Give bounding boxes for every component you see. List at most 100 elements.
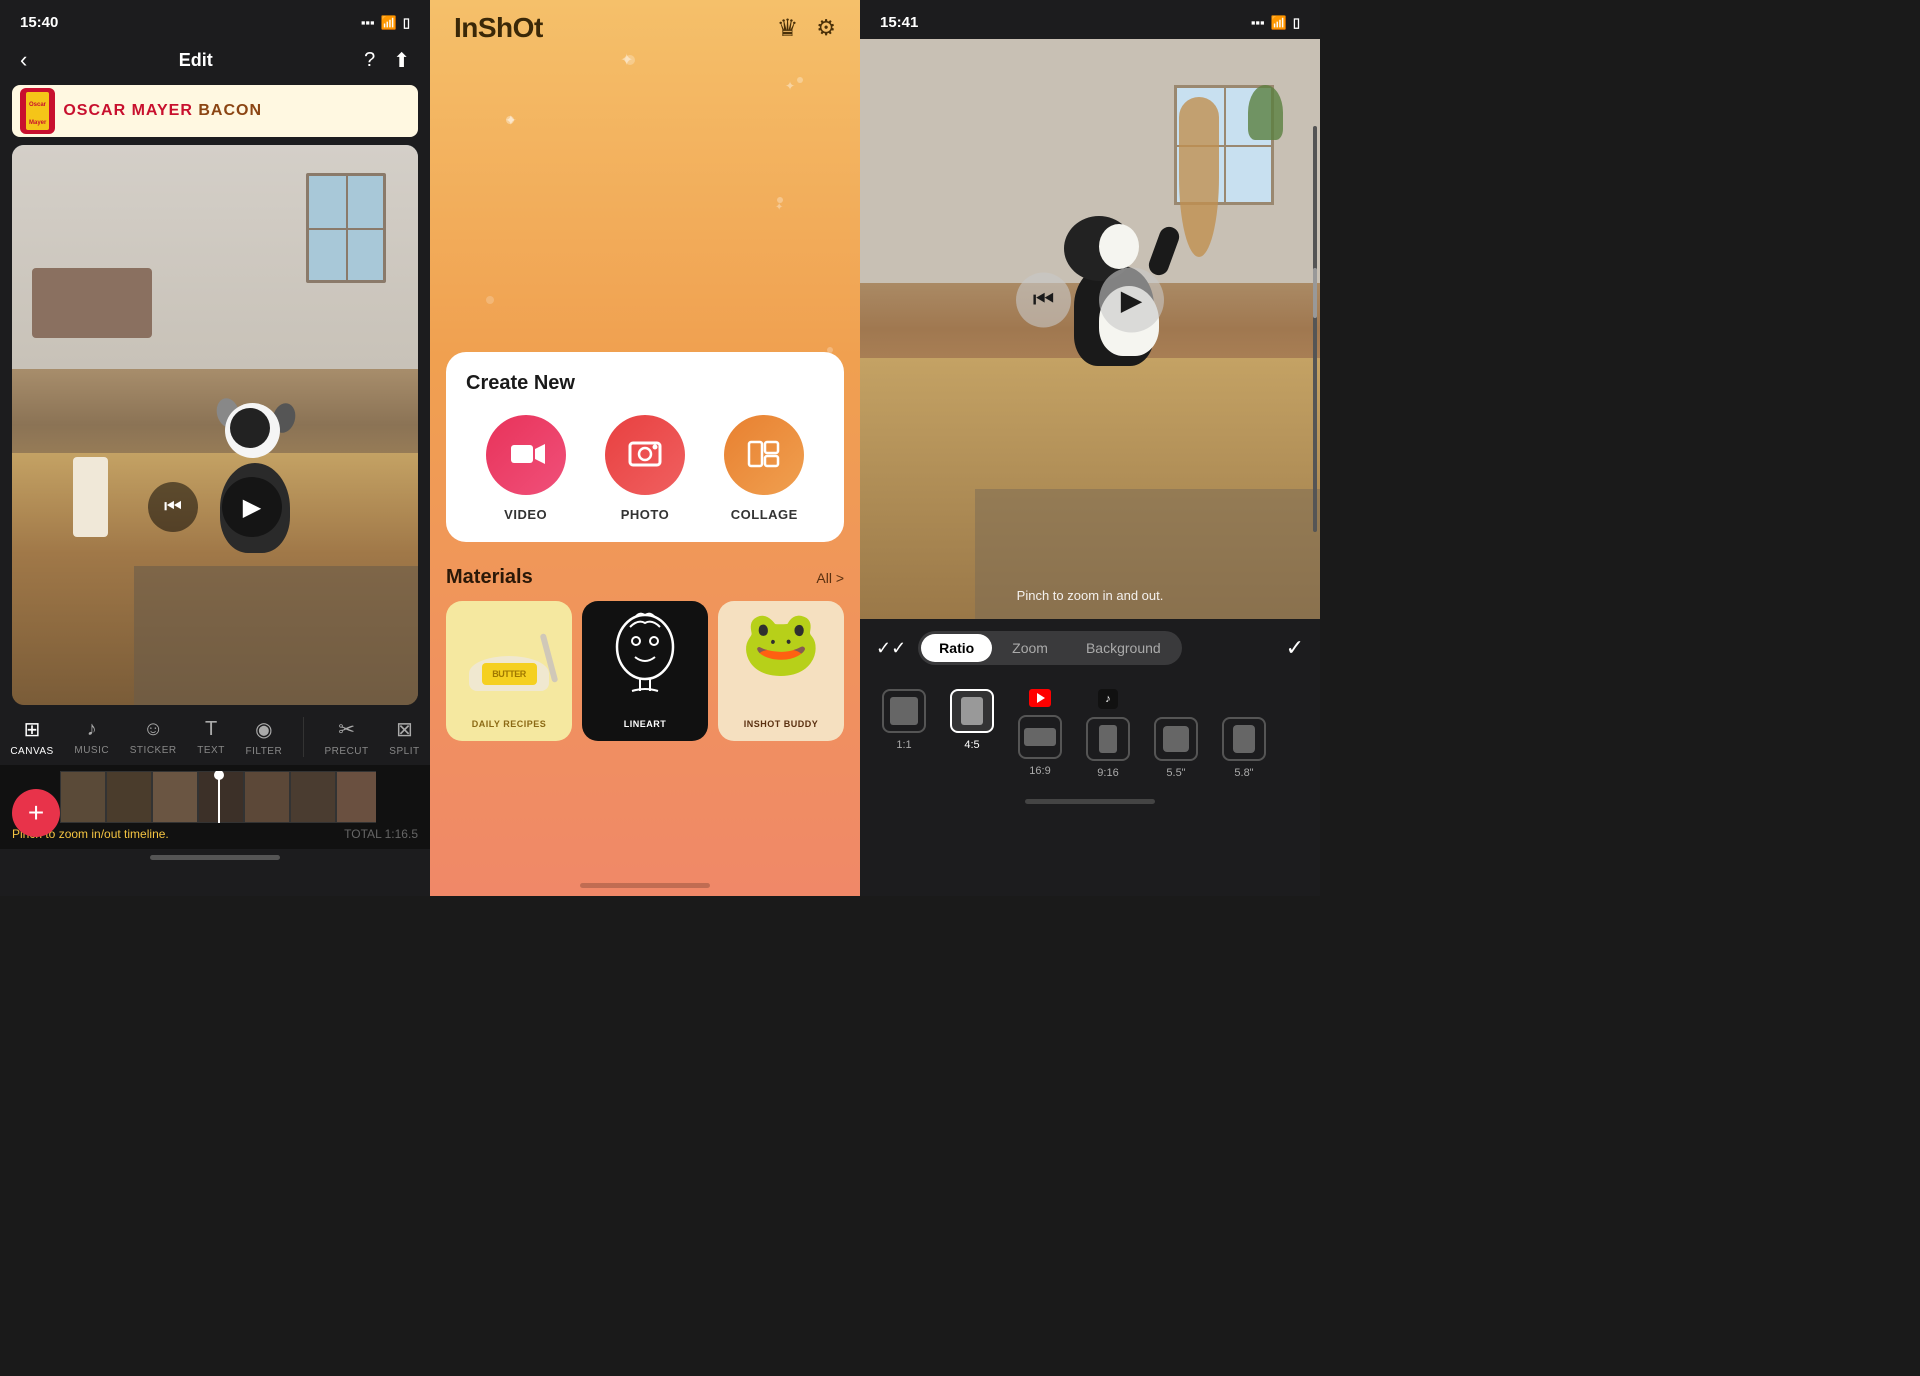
time-edit: 15:40	[20, 14, 58, 31]
ad-banner[interactable]: OscarMayer OSCAR MAYER BACON	[12, 85, 418, 137]
oscar-logo: OscarMayer	[20, 88, 55, 134]
photo-label: PHOTO	[621, 507, 670, 522]
scrollbar-thumb	[1313, 268, 1317, 318]
collage-label: COLLAGE	[731, 507, 798, 522]
sticker-label: STICKER	[130, 745, 177, 756]
toolbar-canvas[interactable]: ⊞ CANVAS	[10, 717, 53, 757]
nav-actions: ? ⬆	[364, 48, 410, 73]
toolbar-sticker[interactable]: ☺ STICKER	[130, 718, 177, 756]
video-bg	[12, 145, 418, 705]
material-card-daily[interactable]: BUTTER DAILY RECIPES	[446, 601, 572, 741]
materials-cards: BUTTER DAILY RECIPES	[446, 601, 844, 741]
video-button[interactable]: VIDEO	[486, 415, 566, 522]
toolbar-divider	[303, 717, 304, 757]
ratio-option-11[interactable]: 1:1	[876, 689, 932, 779]
pinch-hint: Pinch to zoom in and out.	[1017, 588, 1164, 603]
timeline-thumb	[106, 771, 152, 823]
ratio-label-45: 4:5	[964, 739, 979, 751]
ratio-option-169[interactable]: 16:9	[1012, 689, 1068, 779]
text-icon: T	[205, 718, 217, 741]
material-card-inshot[interactable]: 🐸 INSHOT BUDDY	[718, 601, 844, 741]
edit-panel: 15:40 ▪▪▪ 📶 ▯ ‹ Edit ? ⬆ OscarMayer OSCA…	[0, 0, 430, 896]
bottom-spacer	[430, 741, 860, 883]
toolbar-text[interactable]: T TEXT	[197, 718, 225, 756]
filter-icon: ◉	[255, 717, 272, 742]
play-button[interactable]: ▶	[222, 477, 282, 537]
furniture	[32, 268, 152, 338]
timeline-thumb	[152, 771, 198, 823]
toolbar-split[interactable]: ⊠ SPLIT	[389, 717, 419, 757]
inshot-buddy-label: INSHOT BUDDY	[744, 719, 819, 729]
video-icon-circle	[486, 415, 566, 495]
ratio-rewind-button[interactable]: ⏮	[1016, 273, 1071, 328]
ratio-video-preview[interactable]: ⏮ ▶ Pinch to zoom in and out.	[860, 39, 1320, 619]
timeline-area[interactable]: + Pinch to zoom in/out timeline. TOTAL 1…	[0, 765, 430, 849]
canvas-icon: ⊞	[24, 717, 41, 742]
ad-text: OSCAR MAYER BACON	[63, 102, 410, 120]
gradient-spacer	[430, 60, 860, 344]
ratio-label-58: 5.8"	[1234, 767, 1253, 779]
video-preview[interactable]: ⏮ ▶	[12, 145, 418, 705]
home-indicator-2	[580, 883, 710, 888]
window	[306, 173, 386, 283]
timeline-strip[interactable]	[60, 771, 376, 823]
share-button[interactable]: ⬆	[393, 48, 410, 73]
home-panel: ✦ ✦ ✦ ✦ InShOt ♛ ⚙ Create New VIDEO	[430, 0, 860, 896]
ratio-label-11: 1:1	[896, 739, 911, 751]
tab-zoom[interactable]: Zoom	[994, 634, 1066, 662]
toolbar-precut[interactable]: ✂ PRECUT	[325, 717, 369, 757]
add-media-button[interactable]: +	[12, 789, 60, 837]
photo-button[interactable]: PHOTO	[605, 415, 685, 522]
ratio-options-row: 1:1 4:5 16:9 ♪	[860, 677, 1320, 791]
split-label: SPLIT	[389, 746, 419, 757]
materials-title: Materials	[446, 566, 533, 589]
tab-background[interactable]: Background	[1068, 634, 1179, 662]
materials-all-button[interactable]: All >	[816, 570, 844, 586]
photo-icon-circle	[605, 415, 685, 495]
ratio-option-916[interactable]: ♪ 9:16	[1080, 689, 1136, 779]
ratio-option-55[interactable]: 5.5"	[1148, 689, 1204, 779]
collage-button[interactable]: COLLAGE	[724, 415, 804, 522]
plant	[1248, 85, 1283, 140]
toolbar-filter[interactable]: ◉ FILTER	[245, 717, 282, 757]
help-button[interactable]: ?	[364, 49, 375, 72]
wifi-icon-ratio: 📶	[1271, 15, 1287, 31]
create-buttons: VIDEO PHOTO	[466, 415, 824, 522]
timeline-thumb	[60, 771, 106, 823]
toolbar-music[interactable]: ♪ MUSIC	[74, 718, 109, 756]
signal-icon-ratio: ▪▪▪	[1251, 15, 1265, 30]
settings-button[interactable]: ⚙	[816, 15, 836, 41]
inshot-buddy-emoji: 🐸	[741, 606, 821, 681]
canvas-label: CANVAS	[10, 746, 53, 757]
edit-nav: ‹ Edit ? ⬆	[0, 39, 430, 85]
tab-ratio[interactable]: Ratio	[921, 634, 992, 662]
ratio-play-button[interactable]: ▶	[1099, 268, 1164, 333]
collage-icon-circle	[724, 415, 804, 495]
collage-icon	[745, 436, 783, 474]
confirm-button[interactable]: ✓	[1286, 635, 1304, 661]
video-controls: ⏮ ▶	[148, 477, 282, 537]
timeline-info: Pinch to zoom in/out timeline. TOTAL 1:1…	[0, 823, 430, 845]
ratio-box-58	[1222, 717, 1266, 761]
crown-button[interactable]: ♛	[777, 14, 799, 43]
music-icon: ♪	[87, 718, 97, 741]
material-card-lineart[interactable]: LINEART	[582, 601, 708, 741]
ratio-option-45[interactable]: 4:5	[944, 689, 1000, 779]
butter-illustration: BUTTER	[464, 611, 554, 691]
double-check-icon[interactable]: ✓✓	[876, 638, 906, 659]
rewind-button[interactable]: ⏮	[148, 482, 198, 532]
back-button[interactable]: ‹	[20, 47, 27, 73]
sticker-icon: ☺	[143, 718, 163, 741]
signal-icon: ▪▪▪	[361, 15, 375, 30]
daily-recipes-label: DAILY RECIPES	[472, 719, 547, 729]
ratio-option-58[interactable]: 5.8"	[1216, 689, 1272, 779]
guitar	[1179, 97, 1219, 257]
side-scrollbar[interactable]	[1313, 126, 1317, 532]
status-icons-ratio: ▪▪▪ 📶 ▯	[1251, 15, 1300, 31]
timeline-thumb	[336, 771, 376, 823]
photo-icon	[626, 436, 664, 474]
timeline-total: TOTAL 1:16.5	[344, 827, 418, 841]
status-icons-edit: ▪▪▪ 📶 ▯	[361, 15, 410, 31]
video-icon	[507, 436, 545, 474]
lineart-icon	[600, 609, 690, 699]
